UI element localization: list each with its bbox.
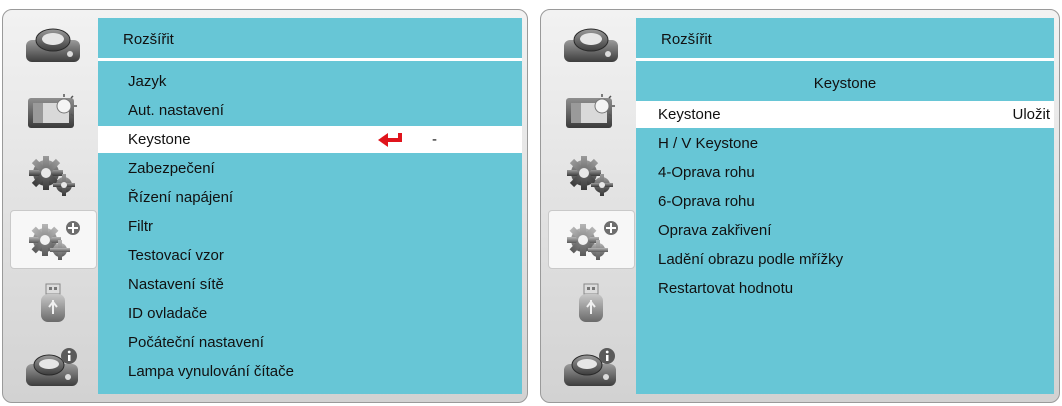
title-divider [98, 58, 522, 61]
menu-item-label: Ladění obrazu podle mřížky [658, 251, 844, 268]
advanced-settings-tab[interactable] [10, 210, 97, 269]
input-source-icon [564, 28, 618, 62]
settings-tab[interactable] [548, 146, 635, 205]
menu-item-label: Restartovat hodnotu [658, 280, 794, 297]
picture-tab[interactable] [548, 82, 635, 141]
info-icon [26, 348, 78, 386]
input-source-icon [26, 28, 80, 62]
menu-item-label: Aut. nastavení [128, 102, 224, 119]
input-source-tab[interactable] [548, 18, 635, 77]
menu-item-lampa-vynulovani[interactable]: Lampa vynulování čítače [98, 358, 522, 385]
menu-item-zabezpeceni[interactable]: Zabezpečení [98, 155, 522, 182]
usb-tab[interactable] [10, 274, 97, 333]
menu-item-ladeni-obrazu[interactable]: Ladění obrazu podle mřížky [636, 246, 1054, 273]
menu-item-id-ovladace[interactable]: ID ovladače [98, 300, 522, 327]
menu-item-label: Keystone [128, 131, 191, 148]
advanced-settings-icon [567, 221, 618, 260]
menu-item-keystone[interactable]: Keystone Uložit [636, 101, 1054, 128]
submenu-header: Keystone [813, 75, 877, 92]
menu-item-aut-nastaveni[interactable]: Aut. nastavení [98, 97, 522, 124]
menu-item-label: ID ovladače [128, 305, 208, 322]
menu-item-6-oprava-rohu[interactable]: 6-Oprava rohu [636, 188, 1054, 215]
menu-item-hv-keystone[interactable]: H / V Keystone [636, 130, 1054, 157]
menu-item-label: Řízení napájení [128, 189, 234, 206]
menu-item-label: H / V Keystone [658, 135, 759, 152]
usb-tab[interactable] [548, 274, 635, 333]
menu-item-rizeni-napajeni[interactable]: Řízení napájení [98, 184, 522, 211]
picture-icon [28, 94, 77, 128]
usb-icon [579, 283, 603, 322]
picture-icon [566, 94, 615, 128]
picture-tab[interactable] [10, 82, 97, 141]
menu-item-label: Počáteční nastavení [128, 334, 264, 351]
menu-item-filtr[interactable]: Filtr [98, 213, 522, 240]
left-menu-content: Rozšířit Jazyk Aut. nastavení Keystone -… [98, 18, 522, 394]
menu-item-label: Filtr [128, 218, 153, 235]
input-source-tab[interactable] [10, 18, 97, 77]
menu-item-testovaci-vzor[interactable]: Testovací vzor [98, 242, 522, 269]
menu-title: Rozšířit [661, 31, 712, 48]
right-sidebar [548, 18, 635, 396]
settings-gears-icon [567, 156, 613, 196]
menu-item-label: Zabezpečení [128, 160, 215, 177]
menu-item-keystone[interactable]: Keystone - [98, 126, 522, 153]
menu-item-jazyk[interactable]: Jazyk [98, 68, 522, 95]
menu-item-value: - [432, 131, 437, 148]
menu-item-label: 4-Oprava rohu [658, 164, 755, 181]
menu-item-nastaveni-site[interactable]: Nastavení sítě [98, 271, 522, 298]
menu-item-label: Nastavení sítě [128, 276, 224, 293]
menu-item-label: Testovací vzor [128, 247, 224, 264]
menu-item-restartovat-hodnotu[interactable]: Restartovat hodnotu [636, 275, 1054, 302]
right-menu-content: Rozšířit Keystone Keystone Uložit H / V … [636, 18, 1054, 394]
menu-item-label: Jazyk [128, 73, 167, 90]
menu-item-4-oprava-rohu[interactable]: 4-Oprava rohu [636, 159, 1054, 186]
menu-item-label: Lampa vynulování čítače [128, 363, 294, 380]
left-sidebar [10, 18, 97, 396]
advanced-settings-icon [29, 221, 80, 260]
menu-item-value: Uložit [1012, 106, 1050, 123]
settings-tab[interactable] [10, 146, 97, 205]
info-icon [564, 348, 616, 386]
info-tab[interactable] [548, 338, 635, 397]
menu-item-label: 6-Oprava rohu [658, 193, 755, 210]
menu-item-label: Oprava zakřivení [658, 222, 772, 239]
info-tab[interactable] [10, 338, 97, 397]
menu-title: Rozšířit [123, 31, 174, 48]
menu-item-oprava-zakriveni[interactable]: Oprava zakřivení [636, 217, 1054, 244]
enter-arrow-icon [378, 133, 402, 147]
menu-item-pocatecni-nastaveni[interactable]: Počáteční nastavení [98, 329, 522, 356]
settings-gears-icon [29, 156, 75, 196]
left-menu-panel: Rozšířit Jazyk Aut. nastavení Keystone -… [2, 9, 528, 403]
advanced-settings-tab[interactable] [548, 210, 635, 269]
usb-icon [41, 283, 65, 322]
title-divider [636, 58, 1054, 61]
menu-item-label: Keystone [658, 106, 721, 123]
right-menu-panel: Rozšířit Keystone Keystone Uložit H / V … [540, 9, 1060, 403]
